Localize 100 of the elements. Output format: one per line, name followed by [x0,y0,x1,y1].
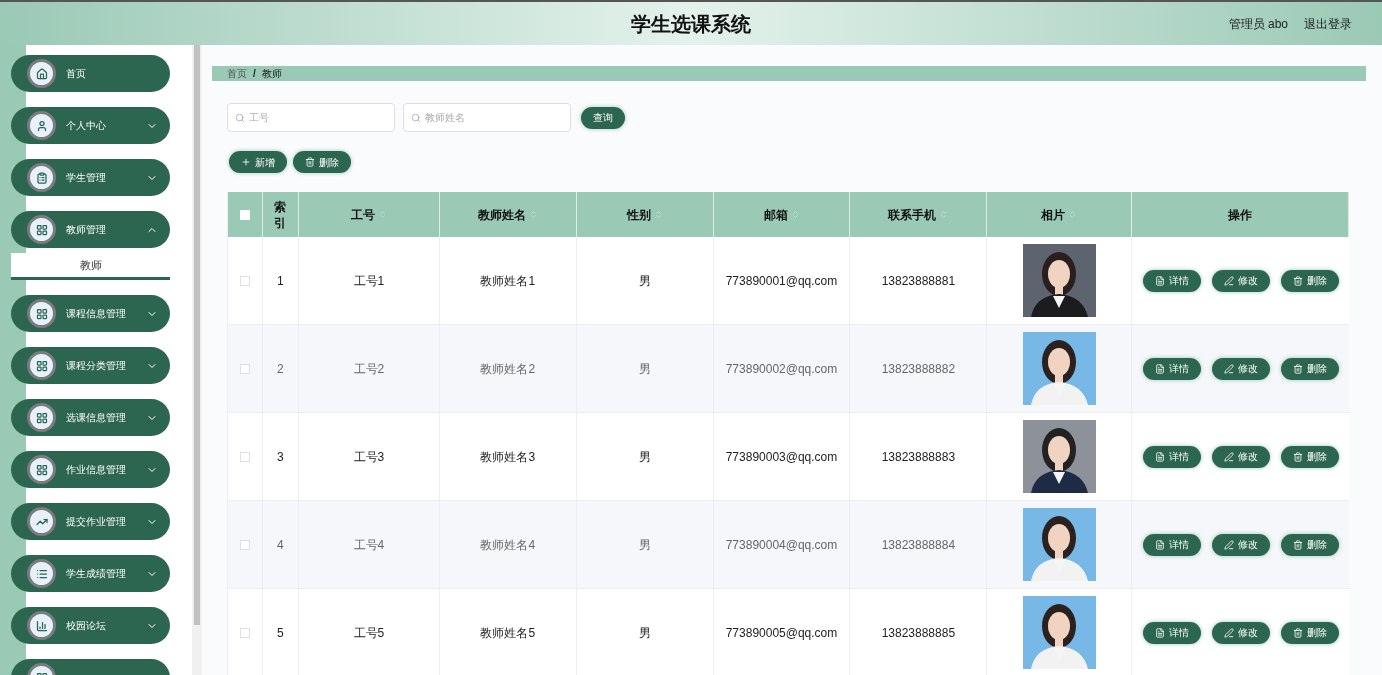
add-button[interactable]: 新增 [229,151,287,173]
edit-button[interactable]: 修改 [1211,621,1270,644]
trash-icon [1292,451,1303,462]
edit-button[interactable]: 修改 [1211,533,1270,556]
table-cell-text: 773890002@qq.com [725,360,838,378]
column-header: 操作 [1228,206,1253,224]
sort-icon[interactable] [653,210,663,219]
details-button[interactable]: 详情 [1142,445,1201,468]
search-field[interactable]: 工号 [227,103,395,132]
trash-icon [1292,627,1303,638]
user-icon [35,119,48,132]
menu-item[interactable]: 提交作业管理 [11,503,170,540]
delete-button[interactable]: 删除 [1280,357,1339,380]
delete-button[interactable]: 删除 [1280,621,1339,644]
table-cell-text: 773890005@qq.com [725,624,838,642]
grid-icon [35,223,48,236]
row-checkbox[interactable] [240,627,250,638]
delete-button[interactable]: 删除 [1280,533,1339,556]
column-header[interactable]: 相片 [1041,205,1066,224]
search-field[interactable]: 教师姓名 [403,103,571,132]
table-cell-text: 5 [277,624,284,642]
document-icon [1154,275,1165,286]
column-header[interactable]: 性别 [626,205,651,224]
column-header[interactable]: 邮箱 [763,205,788,224]
sort-icon[interactable] [377,210,387,219]
table-cell-text: 教师姓名2 [480,360,536,378]
sort-icon[interactable] [1068,210,1078,219]
table-cell-text: 教师姓名4 [480,536,536,554]
row-checkbox[interactable] [240,451,250,462]
menu-item[interactable]: 课程信息管理 [11,295,170,332]
details-button[interactable]: 详情 [1142,269,1201,292]
menu-item[interactable]: 校园论坛 [11,607,170,644]
table-cell-text: 1 [277,272,284,290]
user-label: 管理员 abo [1228,15,1288,33]
scrollbar[interactable] [192,45,202,675]
list-icon [35,567,48,580]
grid-icon [35,463,48,476]
app-title: 学生选课系统 [631,11,751,37]
document-icon [1154,627,1165,638]
document-icon [1154,363,1165,374]
search-icon [411,113,421,123]
table-cell-text: 13823888885 [881,624,956,642]
trash-icon [1292,363,1303,374]
column-header[interactable]: 工号 [350,205,375,224]
home-icon [35,67,48,80]
menu-item[interactable]: 首页 [11,55,170,92]
details-button[interactable]: 详情 [1142,533,1201,556]
details-button[interactable]: 详情 [1142,357,1201,380]
table-cell-text: 773890001@qq.com [725,272,838,290]
table-cell-text: 13823888883 [881,448,956,466]
table-cell-text: 13823888884 [881,536,956,554]
menu-item[interactable]: 课程分类管理 [11,347,170,384]
edit-button[interactable]: 修改 [1211,445,1270,468]
submenu-item[interactable]: 教师 [11,253,170,280]
row-checkbox[interactable] [240,275,250,286]
table-cell-text: 3 [277,448,284,466]
logout-link[interactable]: 退出登录 [1304,14,1352,33]
menu-item[interactable]: 学生成绩管理 [11,555,170,592]
pen-icon [1223,451,1234,462]
row-checkbox[interactable] [240,363,250,374]
edit-button[interactable]: 修改 [1211,269,1270,292]
sort-icon[interactable] [528,210,538,219]
sort-icon[interactable] [790,210,800,219]
clipboard-icon [35,171,48,184]
document-icon [1154,539,1165,550]
table-cell-text: 13823888881 [881,272,956,290]
breadcrumb-link[interactable]: 首页 [227,66,247,81]
table-cell-text: 工号5 [353,624,385,642]
menu-item[interactable]: 教师管理 [11,211,170,248]
delete-button[interactable]: 删除 [1280,269,1339,292]
row-checkbox[interactable] [240,539,250,550]
details-button[interactable]: 详情 [1142,621,1201,644]
document-icon [1154,451,1165,462]
search-button[interactable]: 查询 [581,106,625,129]
sort-icon[interactable] [939,210,949,219]
table-cell-text: 工号2 [353,360,385,378]
select-all-checkbox[interactable] [240,209,250,220]
column-header[interactable]: 教师姓名 [477,205,526,224]
edit-button[interactable]: 修改 [1211,357,1270,380]
table-cell-text: 工号3 [353,448,385,466]
table-cell-text: 男 [638,624,651,642]
delete-button[interactable]: 删除 [293,151,351,173]
breadcrumb-current: 教师 [261,67,282,81]
table-cell-text: 教师姓名1 [480,272,536,290]
pen-icon [1223,363,1234,374]
grid-icon [35,359,48,372]
menu-item[interactable]: 选课信息管理 [11,399,170,436]
menu-item[interactable]: 个人中心 [11,107,170,144]
grid-icon [35,307,48,320]
table-cell-text: 773890004@qq.com [725,536,838,554]
menu-item[interactable]: 作业信息管理 [11,451,170,488]
menu-item[interactable]: 学生管理 [11,159,170,196]
column-header[interactable]: 联系手机 [888,205,937,224]
table-cell-text: 2 [277,360,284,378]
pen-icon [1223,539,1234,550]
table-cell-text: 工号4 [353,536,385,554]
delete-button[interactable]: 删除 [1280,445,1339,468]
trash-icon [1292,539,1303,550]
table-cell-text: 教师姓名3 [480,448,536,466]
table-cell-text: 教师姓名5 [480,624,536,642]
